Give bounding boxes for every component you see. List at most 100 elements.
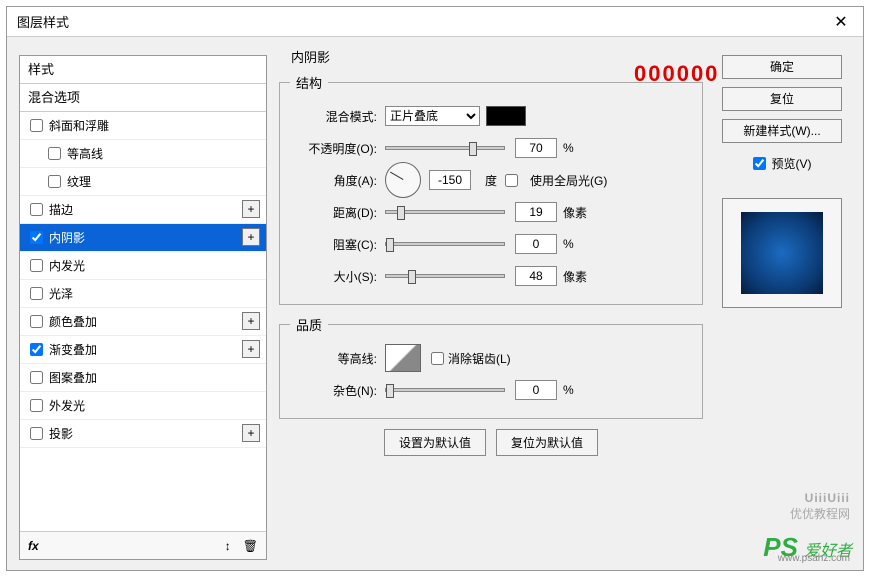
set-default-button[interactable]: 设置为默认值 [384,429,486,456]
style-label: 内发光 [49,257,85,274]
reorder-icon[interactable]: ↕ [225,539,231,553]
style-checkbox[interactable] [30,427,43,440]
style-label: 颜色叠加 [49,313,97,330]
opacity-label: 不透明度(O): [290,140,385,157]
style-label: 外发光 [49,397,85,414]
blending-options[interactable]: 混合选项 [20,84,266,112]
reset-default-button[interactable]: 复位为默认值 [496,429,598,456]
style-list: 斜面和浮雕等高线纹理描边+内阴影+内发光光泽颜色叠加+渐变叠加+图案叠加外发光投… [20,112,266,531]
style-item-0[interactable]: 斜面和浮雕 [20,112,266,140]
style-checkbox[interactable] [30,343,43,356]
noise-label: 杂色(N): [290,382,385,399]
style-item-6[interactable]: 光泽 [20,280,266,308]
size-unit: 像素 [563,268,603,285]
watermark-uiii: UiiiUiii优优教程网 [790,491,850,522]
style-checkbox[interactable] [30,315,43,328]
style-checkbox[interactable] [30,399,43,412]
global-light-label: 使用全局光(G) [530,172,607,189]
noise-input[interactable] [515,380,557,400]
style-item-1[interactable]: 等高线 [20,140,266,168]
preview-checkbox[interactable] [753,157,766,170]
style-checkbox[interactable] [30,119,43,132]
choke-slider[interactable] [385,242,505,246]
style-checkbox[interactable] [30,287,43,300]
size-slider[interactable] [385,274,505,278]
new-style-button[interactable]: 新建样式(W)... [722,119,842,143]
style-label: 图案叠加 [49,369,97,386]
style-checkbox[interactable] [30,259,43,272]
style-checkbox[interactable] [30,231,43,244]
distance-input[interactable] [515,202,557,222]
style-item-7[interactable]: 颜色叠加 + [20,308,266,336]
opacity-unit: % [563,141,603,155]
style-label: 光泽 [49,285,73,302]
opacity-slider[interactable] [385,146,505,150]
style-label: 描边 [49,201,73,218]
angle-label: 角度(A): [290,172,385,189]
style-checkbox[interactable] [30,203,43,216]
layer-style-dialog: 图层样式 ✕ 样式 混合选项 斜面和浮雕等高线纹理描边 + 内阴影 + 内发光光泽颜色叠… [6,6,864,571]
antialias-label: 消除锯齿(L) [448,350,511,367]
shadow-color-swatch[interactable] [486,106,526,126]
style-item-11[interactable]: 投影 + [20,420,266,448]
style-item-10[interactable]: 外发光 [20,392,266,420]
style-checkbox[interactable] [30,371,43,384]
add-effect-icon[interactable]: + [242,200,260,218]
distance-label: 距离(D): [290,204,385,221]
antialias-checkbox[interactable] [431,352,444,365]
choke-unit: % [563,237,603,251]
style-checkbox[interactable] [48,175,61,188]
styles-footer: fx ↕ 🗑 [20,531,266,559]
style-label: 等高线 [67,145,103,162]
trash-icon[interactable]: 🗑 [243,539,258,553]
add-effect-icon[interactable]: + [242,312,260,330]
opacity-input[interactable] [515,138,557,158]
add-effect-icon[interactable]: + [242,228,260,246]
ok-button[interactable]: 确定 [722,55,842,79]
style-item-9[interactable]: 图案叠加 [20,364,266,392]
style-label: 纹理 [67,173,91,190]
style-item-8[interactable]: 渐变叠加+ [20,336,266,364]
add-effect-icon[interactable]: + [242,424,260,442]
choke-input[interactable] [515,234,557,254]
blend-mode-select[interactable]: 正片叠底 [385,106,480,126]
watermark-ps: PS 爱好者 www.psahz.com [763,532,852,563]
style-checkbox[interactable] [48,147,61,160]
choke-label: 阻塞(C): [290,236,385,253]
style-item-2[interactable]: 纹理 [20,168,266,196]
right-column: 确定 复位 新建样式(W)... 预览(V) [717,55,847,308]
angle-unit: 度 [485,172,497,189]
quality-legend: 品质 [290,315,328,334]
close-button[interactable]: ✕ [819,7,863,37]
contour-picker[interactable] [385,344,421,372]
fx-menu-icon[interactable]: fx [28,539,39,553]
structure-legend: 结构 [290,73,328,92]
style-item-5[interactable]: 内发光 [20,252,266,280]
style-item-3[interactable]: 描边 + [20,196,266,224]
quality-group: 品质 等高线: 消除锯齿(L) 杂色(N): % [279,315,703,419]
styles-header[interactable]: 样式 [20,56,266,84]
style-label: 投影 [49,425,73,442]
preview-box [722,198,842,308]
style-label: 内阴影 [49,229,85,246]
preview-swatch [741,212,823,294]
annotation-text: 000000 [634,61,719,87]
style-label: 斜面和浮雕 [49,117,109,134]
preview-label: 预览(V) [772,155,812,172]
add-effect-icon[interactable]: + [242,340,260,358]
window-title: 图层样式 [17,12,69,31]
options-panel: 结构 混合模式: 正片叠底 不透明度(O): % 角度(A): [279,55,703,560]
titlebar: 图层样式 ✕ [7,7,863,37]
size-input[interactable] [515,266,557,286]
angle-dial[interactable] [385,162,421,198]
styles-panel: 样式 混合选项 斜面和浮雕等高线纹理描边+内阴影+内发光光泽颜色叠加+渐变叠加+… [19,55,267,560]
noise-unit: % [563,383,603,397]
noise-slider[interactable] [385,388,505,392]
angle-input[interactable] [429,170,471,190]
global-light-checkbox[interactable] [505,174,518,187]
cancel-button[interactable]: 复位 [722,87,842,111]
blend-mode-label: 混合模式: [290,108,385,125]
style-item-4[interactable]: 内阴影 + [20,224,266,252]
structure-group: 结构 混合模式: 正片叠底 不透明度(O): % 角度(A): [279,73,703,305]
distance-slider[interactable] [385,210,505,214]
